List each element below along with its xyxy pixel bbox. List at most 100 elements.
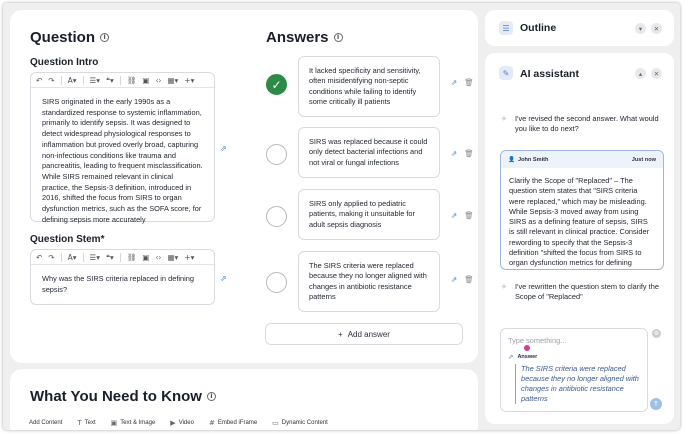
toolbar-divider — [60, 75, 62, 85]
ai-pin-icon[interactable]: ⇗ — [220, 144, 227, 153]
question-intro-text[interactable]: SIRS originated in the early 1990s as a … — [31, 88, 214, 234]
answer-text-box[interactable]: The SIRS criteria were replaced because … — [298, 251, 440, 313]
toolbar-divider — [119, 252, 121, 262]
ai-assistant-title: AI assistant — [520, 68, 579, 80]
quote-icon[interactable]: ❝▾ — [106, 76, 114, 85]
list-icon[interactable]: ☰▾ — [90, 253, 101, 262]
add-content-label: Add Content — [29, 420, 63, 426]
expand-icon[interactable]: ▾ — [635, 23, 646, 34]
composer-placeholder[interactable]: Type something... — [508, 336, 566, 345]
insert-icon[interactable]: +▾ — [184, 76, 194, 85]
add-video-button[interactable]: ▶ Video — [170, 419, 194, 427]
question-intro-editor[interactable]: ↶ ↷ A▾ ☰▾ ❝▾ ⛓ ▣ ‹› ▦▾ +▾ SIRS originate… — [30, 72, 215, 224]
rte-toolbar: ↶ ↷ A▾ ☰▾ ❝▾ ⛓ ▣ ‹› ▦▾ +▾ — [31, 73, 214, 88]
question-intro-label: Question Intro — [30, 57, 99, 68]
redo-icon[interactable]: ↷ — [48, 76, 54, 85]
undo-icon[interactable]: ↶ — [36, 76, 42, 85]
quote-label-text: Answer — [517, 354, 538, 360]
link-icon[interactable]: ⛓ — [127, 76, 137, 85]
list-icon[interactable]: ☰▾ — [90, 76, 101, 85]
ai-pin-icon: ⇗ — [508, 353, 514, 361]
collapse-icon[interactable]: ▴ — [635, 68, 646, 79]
toolbar-divider — [60, 252, 62, 262]
question-stem-editor[interactable]: ↶ ↷ A▾ ☰▾ ❝▾ ⛓ ▣ ‹› ▦▾ +▾ Why was the SI… — [30, 249, 215, 305]
embed-iframe-button[interactable]: # Embed iFrame — [209, 419, 257, 427]
trash-icon[interactable]: 🗑 — [464, 149, 474, 158]
message-timestamp: Just now — [631, 156, 656, 163]
content-toolbar: Add Content T Text ▣ Text & Image ▶ Video #… — [29, 419, 328, 427]
add-video-label: Video — [178, 420, 194, 426]
ai-pin-icon[interactable]: ⇗ — [451, 78, 457, 87]
code-icon[interactable]: ‹› — [155, 253, 161, 262]
answer-text-box[interactable]: SIRS only applied to pediatric patients,… — [298, 189, 440, 240]
outline-panel: ☰ Outline ▾ ✕ — [485, 10, 674, 46]
ai-assistant-icon: ✎ — [499, 66, 513, 80]
quote-icon[interactable]: ❝▾ — [106, 253, 114, 262]
answer-radio[interactable] — [266, 206, 287, 227]
settings-icon[interactable]: ⚙ — [652, 329, 661, 338]
add-text-image-label: Text & Image — [120, 420, 156, 426]
text-style-icon[interactable]: A▾ — [68, 76, 77, 85]
ai-pin-icon[interactable]: ⇗ — [220, 274, 227, 283]
answer-text-box[interactable]: It lacked specificity and sensitivity, o… — [298, 56, 440, 118]
add-text-image-button[interactable]: ▣ Text & Image — [111, 419, 156, 427]
code-icon[interactable]: ‹› — [155, 76, 161, 85]
answer-text-box[interactable]: SIRS was replaced because it could only … — [298, 127, 440, 178]
dynamic-content-icon: ▭ — [272, 419, 279, 427]
toolbar-divider — [82, 252, 84, 262]
outline-title: Outline — [520, 22, 557, 34]
insert-icon[interactable]: +▾ — [184, 253, 194, 262]
question-stem-label: Question Stem* — [30, 234, 105, 245]
sparkle-icon: ✧ — [501, 115, 507, 123]
answer-radio[interactable] — [266, 144, 287, 165]
trash-icon[interactable]: 🗑 — [464, 211, 474, 220]
image-icon[interactable]: ▣ — [142, 253, 149, 262]
quoted-answer-text: The SIRS criteria were replaced because … — [515, 364, 643, 404]
rte-toolbar: ↶ ↷ A▾ ☰▾ ❝▾ ⛓ ▣ ‹› ▦▾ +▾ — [31, 250, 214, 265]
trash-icon[interactable]: 🗑 — [464, 275, 474, 284]
outline-icon: ☰ — [499, 21, 513, 35]
close-icon[interactable]: ✕ — [651, 68, 662, 79]
app-window: Question i Question Intro ↶ ↷ A▾ ☰▾ ❝▾ ⛓… — [3, 3, 680, 430]
quoted-answer-label: ⇗ Answer — [508, 353, 537, 361]
ai-assistant-panel: ✎ AI assistant ▴ ✕ ✧ I've revised the se… — [485, 53, 674, 424]
redo-icon[interactable]: ↷ — [48, 253, 54, 262]
undo-icon[interactable]: ↶ — [36, 253, 42, 262]
question-editor-card: Question i Question Intro ↶ ↷ A▾ ☰▾ ❝▾ ⛓… — [10, 10, 478, 363]
assistant-message-text: I've rewritten the question stem to clar… — [515, 282, 659, 302]
ai-pin-icon[interactable]: ⇗ — [451, 149, 457, 158]
question-heading: Question i — [30, 29, 110, 46]
add-answer-button[interactable]: + Add answer — [265, 323, 463, 345]
table-icon[interactable]: ▦▾ — [167, 76, 178, 85]
answer-radio[interactable] — [266, 272, 287, 293]
image-icon[interactable]: ▣ — [142, 76, 149, 85]
info-icon[interactable]: i — [100, 33, 110, 42]
text-style-icon[interactable]: A▾ — [68, 253, 77, 262]
embed-icon: # — [208, 419, 215, 427]
video-icon: ▶ — [170, 419, 176, 427]
add-text-label: Text — [84, 420, 96, 426]
question-stem-text[interactable]: Why was the SIRS criteria replaced in de… — [31, 265, 214, 304]
add-answer-label: Add answer — [347, 329, 390, 339]
info-icon[interactable]: i — [333, 33, 343, 42]
add-text-button[interactable]: T Text — [77, 419, 95, 427]
user-name: 👤 John Smith — [508, 156, 549, 163]
close-icon[interactable]: ✕ — [651, 23, 662, 34]
assistant-message-text: I've revised the second answer. What wou… — [515, 114, 659, 134]
dynamic-content-label: Dynamic Content — [281, 420, 328, 426]
send-button[interactable]: ↑ — [650, 398, 662, 410]
sparkle-icon: ✧ — [501, 283, 507, 291]
embed-iframe-label: Embed iFrame — [217, 420, 258, 426]
table-icon[interactable]: ▦▾ — [167, 253, 178, 262]
trash-icon[interactable]: 🗑 — [464, 78, 474, 87]
toolbar-divider — [119, 75, 121, 85]
need-to-know-title: What You Need to Know — [30, 388, 202, 405]
toolbar-divider — [82, 75, 84, 85]
correct-answer-check-icon[interactable]: ✓ — [266, 74, 287, 95]
ai-pin-icon[interactable]: ⇗ — [451, 275, 457, 284]
ai-pin-icon[interactable]: ⇗ — [451, 211, 457, 220]
link-icon[interactable]: ⛓ — [127, 253, 137, 262]
dynamic-content-button[interactable]: ▭ Dynamic Content — [272, 419, 328, 427]
info-icon[interactable]: i — [206, 392, 216, 401]
chat-composer[interactable]: Type something... ⇗ Answer The SIRS crit… — [500, 328, 648, 412]
